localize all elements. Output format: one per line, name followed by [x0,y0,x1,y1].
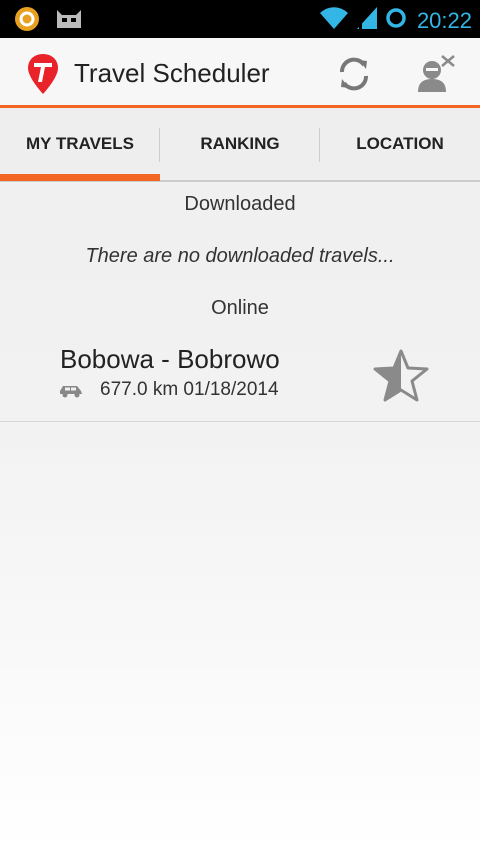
tab-label: MY TRAVELS [26,134,134,153]
star-half-icon [373,349,429,402]
car-icon [58,382,84,403]
downloaded-section-title: Downloaded [184,193,296,215]
signal-icon [355,5,379,36]
status-bar: 20:22 [0,0,480,38]
status-clock: 20:22 [416,7,472,33]
tab-bar: MY TRAVELS RANKING LOCATION [0,108,480,182]
tab-label: LOCATION [356,134,444,153]
downloaded-empty-message: There are no downloaded travels... [85,245,395,267]
action-bar: Travel Scheduler [0,38,480,108]
tab-location[interactable]: LOCATION [320,108,480,180]
wifi-icon [319,5,349,36]
travel-list-item[interactable]: Bobowa - Bobrowo 677.0 km 01/18/2014 [0,336,480,422]
refresh-button[interactable] [334,54,374,94]
travel-details: 677.0 km 01/18/2014 [100,379,279,400]
tab-label: RANKING [200,134,280,153]
account-button[interactable] [412,52,460,94]
app-title: Travel Scheduler [74,58,270,88]
online-section-title: Online [211,297,269,319]
screen: 20:22 Travel Scheduler MY TRAVELS RANKIN… [0,0,480,854]
travel-name: Bobowa - Bobrowo [60,344,280,374]
account-off-icon [418,55,455,92]
app-logo-icon[interactable] [26,52,60,101]
tab-my-travels[interactable]: MY TRAVELS [0,108,160,181]
tab-ranking[interactable]: RANKING [160,108,320,180]
sync-ring-icon [385,7,407,34]
cyanogen-notification-icon [54,6,84,37]
rating-button[interactable] [372,348,430,404]
app-notification-icon [14,6,40,37]
refresh-icon [339,57,369,91]
